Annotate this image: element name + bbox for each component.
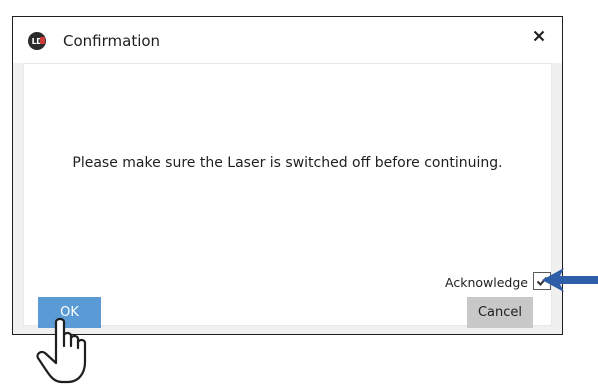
dialog-message: Please make sure the Laser is switched o…: [72, 155, 503, 171]
dialog-titlebar: LD Confirmation: [13, 17, 562, 63]
hand-pointer-icon: [36, 317, 87, 384]
dialog-content: Please make sure the Laser is switched o…: [23, 63, 552, 326]
app-logo-accent: [40, 37, 45, 44]
arrow-left-icon: [542, 268, 598, 292]
dialog-title: Confirmation: [63, 32, 161, 50]
acknowledge-label: Acknowledge: [445, 275, 528, 290]
close-button[interactable]: [528, 25, 550, 47]
confirmation-dialog: LD Confirmation Please make sure the Las…: [12, 16, 563, 335]
app-logo-icon: LD: [28, 32, 46, 50]
cancel-button[interactable]: Cancel: [467, 297, 533, 328]
screenshot-stage: LD Confirmation Please make sure the Las…: [0, 0, 598, 389]
close-icon: [533, 30, 545, 42]
